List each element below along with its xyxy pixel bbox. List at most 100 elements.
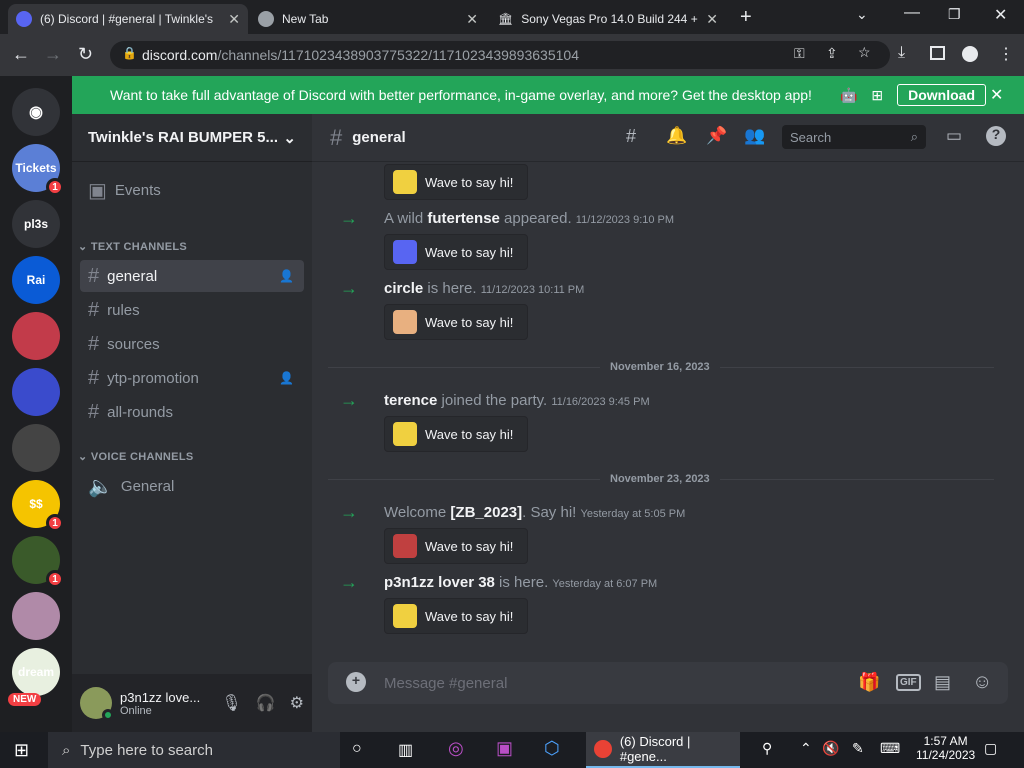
member-name[interactable]: [ZB_2023] [450, 504, 522, 521]
wave-button[interactable]: Wave to say hi! [384, 528, 528, 564]
task-view-icon[interactable]: ▥ [398, 740, 413, 760]
wave-button[interactable]: Wave to say hi! [384, 234, 528, 270]
gif-icon[interactable]: GIF [896, 674, 921, 691]
reload-icon[interactable]: ↻ [78, 44, 93, 65]
tab-discord[interactable]: (6) Discord | #general | Twinkle's ✕ [8, 4, 248, 34]
server-name[interactable]: Twinkle's RAI BUMPER 5... ⌄ [72, 114, 312, 162]
windows-icon[interactable]: ⊞ [871, 87, 883, 104]
android-icon[interactable]: 🤖 [840, 87, 857, 104]
threads-icon[interactable]: # [626, 126, 636, 147]
server-icon[interactable] [12, 312, 60, 360]
server-icon[interactable]: $$ 1 [12, 480, 64, 532]
invite-icon[interactable]: 👤 [279, 371, 294, 385]
download-button[interactable]: Download [897, 84, 986, 106]
mute-mic-icon[interactable]: 🎙 [221, 693, 241, 713]
clock[interactable]: 1:57 AM 11/24/2023 [916, 734, 975, 762]
channel-ytp-promotion[interactable]: # ytp-promotion 👤 [80, 362, 304, 394]
wave-button[interactable]: Wave to say hi! [384, 304, 528, 340]
channel-all-rounds[interactable]: # all-rounds [80, 396, 304, 428]
app-icon[interactable]: ◎ [448, 738, 464, 759]
settings-gear-icon[interactable]: ⚙ [290, 693, 304, 713]
bookmark-star-icon[interactable]: ☆ [858, 44, 871, 61]
server-icon[interactable]: 1 [12, 536, 64, 588]
bell-icon[interactable]: 🔔 [666, 126, 687, 146]
wave-button[interactable]: Wave to say hi! [384, 164, 528, 200]
timestamp: Yesterday at 5:05 PM [580, 508, 686, 520]
date-divider-label: November 16, 2023 [600, 361, 720, 373]
member-name[interactable]: p3n1zz lover 38 [384, 574, 495, 591]
notifications-icon[interactable]: ▢ [984, 740, 997, 757]
new-tab-icon[interactable]: + [740, 6, 752, 29]
inbox-icon[interactable]: ▭ [946, 126, 962, 146]
close-window-icon[interactable]: ✕ [994, 5, 1007, 25]
server-icon[interactable]: dream NEW [8, 648, 60, 706]
profile-icon[interactable] [962, 46, 978, 62]
menu-kebab-icon[interactable]: ⋮ [998, 44, 1014, 64]
cortana-icon[interactable]: ○ [352, 740, 362, 758]
pin-icon[interactable]: 📌 [706, 126, 727, 146]
member-name[interactable]: futertense [427, 210, 500, 227]
system-message: A wild futertense appeared. 11/12/2023 9… [384, 210, 675, 227]
add-attachment-icon[interactable]: + [346, 672, 366, 692]
discord-home-icon[interactable]: ◉ [12, 88, 60, 136]
download-icon[interactable]: ⤓ [898, 44, 905, 62]
virtualbox-icon[interactable]: ⬡ [544, 738, 560, 759]
tab-new[interactable]: New Tab ✕ [250, 4, 486, 34]
people-icon[interactable]: ⚲ [762, 740, 772, 757]
tray-chevron-icon[interactable]: ⌃ [800, 740, 812, 757]
join-arrow-icon: → [340, 390, 358, 410]
taskbar-search[interactable]: ⌕ Type here to search [48, 732, 340, 768]
emoji-icon[interactable]: ☺ [972, 671, 992, 694]
voice-channel-general[interactable]: 🔈 General [80, 470, 304, 502]
keyboard-icon[interactable]: ⌨ [880, 740, 900, 757]
wave-button[interactable]: Wave to say hi! [384, 416, 528, 452]
sidepanel-icon[interactable] [930, 46, 945, 60]
server-icon[interactable]: pl3s [12, 200, 60, 248]
server-icon[interactable]: Rai [12, 256, 60, 304]
search-input[interactable]: Search ⌕ [782, 125, 926, 149]
close-tab-icon[interactable]: ✕ [228, 11, 240, 28]
member-name[interactable]: terence [384, 392, 437, 409]
headphones-icon[interactable]: 🎧 [256, 693, 276, 713]
close-banner-icon[interactable]: ✕ [990, 85, 1003, 105]
channel-general[interactable]: # general 👤 [80, 260, 304, 292]
maximize-icon[interactable]: ❐ [948, 6, 961, 23]
taskbar-chrome-app[interactable]: (6) Discord | #gene... [586, 732, 740, 768]
system-message: terence joined the party. 11/16/2023 9:4… [384, 392, 650, 409]
avatar[interactable] [80, 687, 114, 721]
hash-icon: # [330, 124, 343, 150]
address-bar[interactable]: 🔒 discord.com/channels/11710234389037753… [110, 41, 890, 69]
key-icon[interactable]: ⚿ [794, 45, 805, 62]
server-icon[interactable] [12, 368, 60, 416]
member-name[interactable]: circle [384, 280, 423, 297]
server-icon[interactable] [12, 592, 60, 640]
app-icon[interactable]: ▣ [496, 738, 513, 759]
help-icon[interactable]: ? [986, 126, 1006, 146]
tab-vegas[interactable]: 🏛 Sony Vegas Pro 14.0 Build 244 + ✕ [490, 4, 726, 34]
tab-label: (6) Discord | #general | Twinkle's [40, 12, 214, 26]
sticker-icon[interactable]: ▤ [934, 672, 951, 693]
events-item[interactable]: ▣ Events [80, 174, 304, 206]
server-icon[interactable] [12, 424, 60, 472]
gift-icon[interactable]: 🎁 [858, 672, 880, 693]
invite-icon[interactable]: 👤 [279, 269, 294, 283]
close-tab-icon[interactable]: ✕ [466, 11, 478, 28]
back-icon[interactable]: ← [12, 44, 30, 65]
windows-start-icon[interactable]: ⊞ [14, 740, 29, 761]
url-host: discord.com [142, 47, 218, 63]
volume-muted-icon[interactable]: 🔇 [822, 740, 839, 757]
text-channels-category[interactable]: ⌄ TEXT CHANNELS [78, 240, 187, 253]
channel-rules[interactable]: # rules [80, 294, 304, 326]
share-icon[interactable]: ⇪ [826, 45, 838, 62]
forward-icon[interactable]: → [44, 44, 62, 65]
banner-text: Want to take full advantage of Discord w… [110, 87, 812, 103]
channel-sources[interactable]: # sources [80, 328, 304, 360]
wave-button[interactable]: Wave to say hi! [384, 598, 528, 634]
tab-search-icon[interactable]: ⌄ [856, 6, 868, 23]
minimize-icon[interactable]: — [904, 4, 920, 22]
members-icon[interactable]: 👥 [744, 126, 765, 146]
close-tab-icon[interactable]: ✕ [706, 11, 718, 28]
pen-icon[interactable]: ✎ [852, 740, 864, 757]
server-icon[interactable]: Tickets 1 [12, 144, 64, 196]
voice-channels-category[interactable]: ⌄ VOICE CHANNELS [78, 450, 193, 463]
